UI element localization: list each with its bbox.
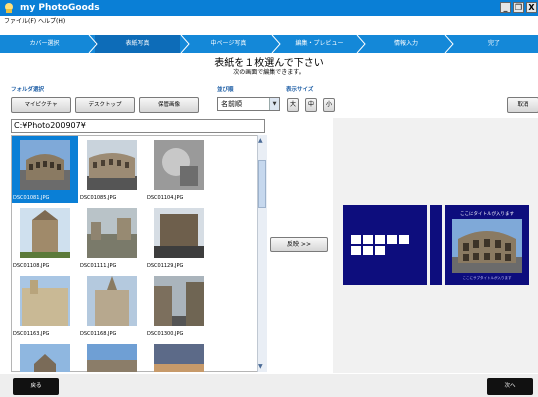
next-button[interactable]: 次へ (487, 378, 533, 395)
thumbnail-filename: DSC01104.JPG (147, 195, 184, 201)
thumbnail-filename: DSC01108.JPG (13, 263, 50, 269)
photo-thumbnail (20, 140, 70, 190)
photo-thumbnail (87, 276, 137, 326)
menu-bar (0, 16, 538, 27)
page-subheading: 次の画面で編集できます。 (233, 69, 305, 76)
step-cover-select[interactable]: カバー選択 (0, 35, 89, 53)
layout-block (363, 235, 373, 244)
display-size-label: 表示サイズ (286, 87, 314, 93)
size-large-button[interactable]: 大 (287, 98, 299, 112)
photo-thumbnail (87, 140, 137, 190)
thumbnail-filename: DSC01168.JPG (80, 331, 117, 337)
my-pictures-button[interactable]: マイピクチャ (11, 97, 71, 113)
photo-thumbnail (20, 276, 70, 326)
thumbnail-item[interactable] (79, 340, 145, 372)
thumbnail-filename: DSC01163.JPG (13, 331, 50, 337)
thumbnail-item[interactable]: DSC01085.JPG (79, 136, 145, 203)
scroll-down-icon[interactable]: ▼ (258, 363, 263, 370)
photo-thumbnail (87, 344, 137, 372)
thumbnail-item[interactable] (146, 340, 212, 372)
thumbnail-filename: DSC01129.JPG (147, 263, 184, 269)
menu-file[interactable]: ファイル(F) (4, 17, 36, 26)
folder-path-field: C:¥Photo200907¥ (11, 119, 265, 133)
cover-title-text: ここにタイトルが入ります (460, 212, 514, 217)
sort-label: 並び順 (217, 87, 234, 93)
photo-thumbnail (20, 344, 70, 372)
thumbnail-item[interactable]: DSC01081.JPG (12, 136, 78, 203)
cover-photo (452, 219, 522, 273)
close-button[interactable]: X (526, 2, 537, 13)
layout-block (387, 235, 397, 244)
folder-select-label: フォルダ選択 (11, 87, 45, 93)
layout-block (375, 235, 385, 244)
step-cover-photo[interactable]: 表紙写真 (95, 35, 180, 53)
thumbnail-item[interactable]: DSC01168.JPG (79, 272, 145, 339)
saved-images-button[interactable]: 保管画像 (139, 97, 199, 113)
step-inner-photo[interactable]: 中ページ写真 (186, 35, 271, 53)
thumbnail-item[interactable] (12, 340, 78, 372)
apply-button[interactable]: 反映 >> (270, 237, 328, 252)
photo-thumbnail (154, 208, 204, 258)
scroll-up-icon[interactable]: ▲ (258, 137, 263, 144)
minimize-button[interactable]: _ (500, 2, 511, 13)
cover-front-preview (343, 205, 427, 285)
layout-block (399, 235, 409, 244)
thumbnail-item[interactable]: DSC01129.JPG (146, 204, 212, 271)
photo-thumbnail (20, 208, 70, 258)
cover-subtitle-text: ここにサブタイトルが入ります (462, 276, 512, 280)
layout-block (375, 246, 385, 255)
footer-bar (0, 374, 538, 397)
photo-thumbnail (87, 208, 137, 258)
sort-value: 名前順 (221, 100, 242, 108)
step-edit-preview[interactable]: 編集・プレビュー (277, 35, 362, 53)
step-info-input[interactable]: 情報入力 (362, 35, 450, 53)
step-chevron-icon (180, 35, 190, 53)
photo-thumbnail (154, 140, 204, 190)
restore-button[interactable]: ❐ (513, 2, 524, 13)
step-chevron-icon (271, 35, 281, 53)
size-small-button[interactable]: 小 (323, 98, 335, 112)
back-button[interactable]: 戻る (13, 378, 59, 395)
step-complete[interactable]: 完了 (450, 35, 538, 53)
menu-help[interactable]: ヘルプ(H) (38, 17, 65, 26)
step-chevron-icon (444, 35, 454, 53)
thumbnail-filename: DSC01111.JPG (80, 263, 117, 269)
size-medium-button[interactable]: 中 (305, 98, 317, 112)
step-chevron-icon (88, 35, 98, 53)
window-title: my PhotoGoods (20, 3, 100, 13)
thumbnail-item[interactable]: DSC01163.JPG (12, 272, 78, 339)
photo-thumbnail (154, 276, 204, 326)
cancel-button[interactable]: 取消 (507, 97, 538, 113)
photo-thumbnail (154, 344, 204, 372)
thumbnail-item[interactable]: DSC01111.JPG (79, 204, 145, 271)
sort-select[interactable]: 名前順 ▼ (217, 97, 280, 111)
thumbnail-filename: DSC01081.JPG (13, 195, 50, 201)
thumbnail-item[interactable]: DSC01300.JPG (146, 272, 212, 339)
layout-block (351, 246, 361, 255)
chevron-down-icon[interactable]: ▼ (269, 98, 279, 110)
thumbnail-item[interactable]: DSC01104.JPG (146, 136, 212, 203)
thumbnail-filename: DSC01300.JPG (147, 331, 184, 337)
layout-block (351, 235, 361, 244)
step-chevron-icon (356, 35, 366, 53)
desktop-button[interactable]: デスクトップ (75, 97, 135, 113)
cover-spine-preview (430, 205, 442, 285)
app-icon (5, 3, 13, 13)
layout-block (363, 246, 373, 255)
thumbnail-filename: DSC01085.JPG (80, 195, 117, 201)
thumbnail-item[interactable]: DSC01108.JPG (12, 204, 78, 271)
scrollbar-thumb[interactable] (258, 160, 266, 208)
